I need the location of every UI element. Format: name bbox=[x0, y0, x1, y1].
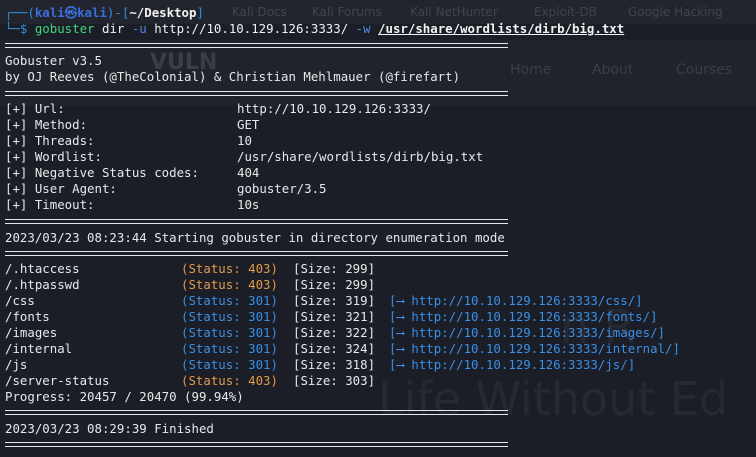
prompt-line: ┌──(kali㉿kali)-[~/Desktop] bbox=[5, 5, 204, 20]
separator bbox=[5, 442, 508, 447]
prompt-host: kali bbox=[77, 5, 107, 20]
result-path: /css bbox=[5, 293, 35, 308]
result-size: [Size: 324] bbox=[293, 341, 376, 356]
result-path: /fonts bbox=[5, 309, 50, 324]
result-status: (Status: 301) bbox=[181, 293, 278, 308]
result-path: /.htaccess bbox=[5, 261, 80, 276]
result-size: [Size: 321] bbox=[293, 309, 376, 324]
result-redirect: [⟶ http://10.10.129.126:3333/fonts/] bbox=[389, 309, 658, 324]
finished-message: 2023/03/23 08:29:39 Finished bbox=[5, 421, 214, 436]
result-redirect: [⟶ http://10.10.129.126:3333/internal/] bbox=[389, 341, 680, 356]
result-path: /internal bbox=[5, 341, 73, 356]
progress-line: Progress: 20457 / 20470 (99.94%) bbox=[5, 389, 244, 404]
banner-version: Gobuster v3.5 bbox=[5, 53, 102, 68]
result-size: [Size: 299] bbox=[293, 261, 376, 276]
separator bbox=[5, 43, 508, 48]
result-size: [Size: 299] bbox=[293, 277, 376, 292]
result-status: (Status: 301) bbox=[181, 325, 278, 340]
separator bbox=[5, 219, 508, 224]
banner-authors: by OJ Reeves (@TheColonial) & Christian … bbox=[5, 69, 461, 84]
result-redirect: [⟶ http://10.10.129.126:3333/images/] bbox=[389, 325, 666, 340]
result-path: /js bbox=[5, 357, 28, 372]
result-status: (Status: 301) bbox=[181, 341, 278, 356]
prompt-at-symbol: ㉿ bbox=[64, 5, 78, 20]
result-status: (Status: 301) bbox=[181, 357, 278, 372]
result-status: (Status: 403) bbox=[181, 261, 278, 276]
result-size: [Size: 318] bbox=[293, 357, 376, 372]
separator bbox=[5, 91, 508, 96]
prompt-symbol: └─$ bbox=[5, 21, 35, 36]
result-redirect: [⟶ http://10.10.129.126:3333/css/] bbox=[389, 293, 643, 308]
separator bbox=[5, 251, 508, 256]
result-redirect: [⟶ http://10.10.129.126:3333/js/] bbox=[389, 357, 636, 372]
prompt-user: kali bbox=[34, 5, 65, 20]
flag-u: -u bbox=[131, 21, 147, 36]
command-url: http://10.10.129.126:3333/ bbox=[146, 21, 356, 36]
prompt-path: ~/Desktop bbox=[129, 5, 197, 20]
command-wordlist: /usr/share/wordlists/dirb/big.txt bbox=[378, 21, 625, 36]
result-path: /server-status bbox=[5, 373, 110, 388]
result-path: /images bbox=[5, 325, 58, 340]
start-message: 2023/03/23 08:23:44 Starting gobuster in… bbox=[5, 230, 505, 245]
terminal-window[interactable]: ┌──(kali㉿kali)-[~/Desktop] └─$ gobuster … bbox=[0, 0, 756, 457]
result-size: [Size: 303] bbox=[293, 373, 376, 388]
command-line[interactable]: └─$ gobuster dir -u http://10.10.129.126… bbox=[5, 21, 624, 37]
result-size: [Size: 319] bbox=[293, 293, 376, 308]
command-name: gobuster bbox=[34, 21, 95, 36]
separator bbox=[5, 410, 508, 415]
result-size: [Size: 322] bbox=[293, 325, 376, 340]
result-status: (Status: 403) bbox=[181, 277, 278, 292]
flag-w: -w bbox=[355, 21, 371, 36]
result-path: /.htpasswd bbox=[5, 277, 80, 292]
result-status: (Status: 301) bbox=[181, 309, 278, 324]
result-status: (Status: 403) bbox=[181, 373, 278, 388]
